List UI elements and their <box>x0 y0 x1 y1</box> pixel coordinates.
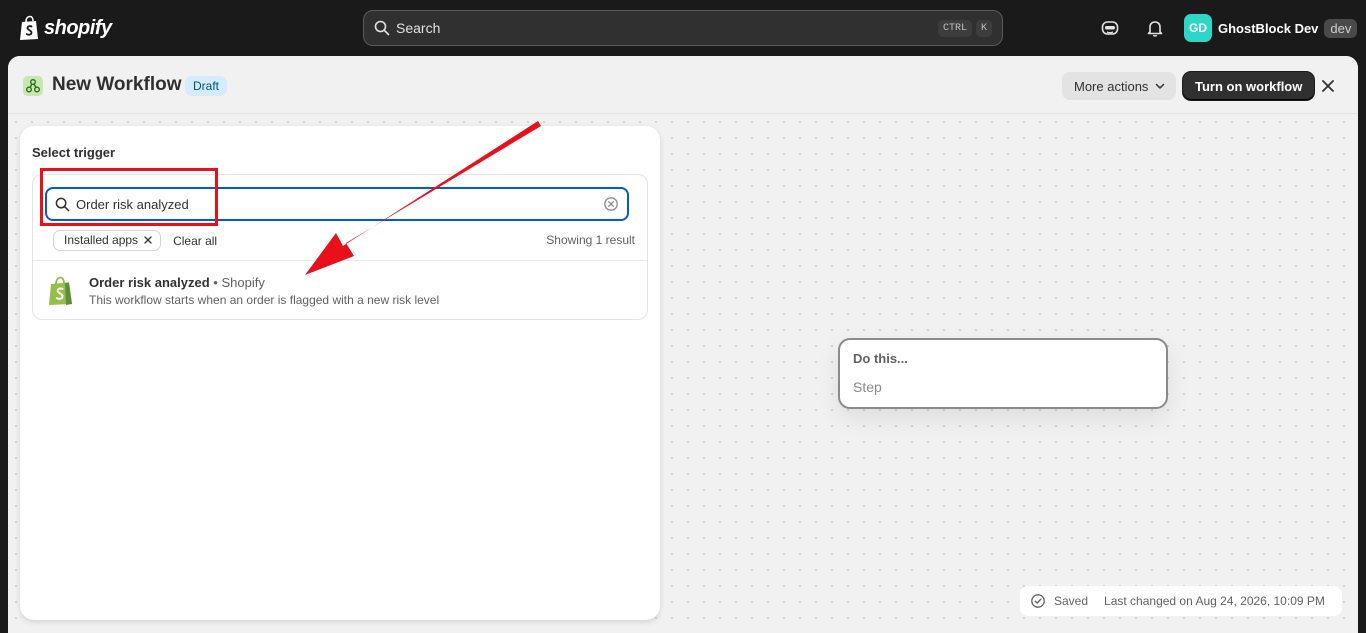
filter-chip-label: Installed apps <box>64 233 139 247</box>
step-placeholder: Step <box>853 379 882 395</box>
step-title: Do this... <box>853 351 908 366</box>
sidekick-icon[interactable] <box>1100 18 1120 38</box>
check-circle-icon <box>1031 594 1045 608</box>
shortcut-key-ctrl: CTRL <box>937 19 972 37</box>
shopify-logo[interactable]: shopify <box>18 14 112 42</box>
result-count: Showing 1 result <box>546 233 635 247</box>
clear-search-icon[interactable] <box>603 196 619 212</box>
avatar: GD <box>1184 14 1212 42</box>
more-actions-button[interactable]: More actions <box>1062 72 1177 100</box>
last-changed-text: Last changed on Aug 24, 2026, 10:09 PM <box>1104 594 1325 608</box>
status-badge: Draft <box>185 76 228 96</box>
more-actions-label: More actions <box>1074 78 1149 94</box>
turn-on-workflow-button[interactable]: Turn on workflow <box>1183 72 1315 100</box>
shopify-wordmark: shopify <box>44 16 112 39</box>
top-bar: shopify Search CTRL K GD GhostBlock Dev … <box>0 0 1366 56</box>
global-search[interactable]: Search CTRL K <box>363 10 1003 46</box>
page-title: New Workflow <box>52 74 182 95</box>
remove-filter-icon[interactable] <box>144 236 152 244</box>
result-title: Order risk analyzed • Shopify <box>89 275 265 290</box>
bell-icon[interactable] <box>1145 18 1165 38</box>
search-placeholder: Search <box>396 20 441 36</box>
result-description: This workflow starts when an order is fl… <box>89 293 440 307</box>
filter-chip-installed-apps[interactable]: Installed apps <box>53 230 162 251</box>
saved-label: Saved <box>1054 594 1089 608</box>
panel-title: Select trigger <box>32 145 116 160</box>
shopify-bag-icon <box>49 276 72 305</box>
save-status: Saved Last changed on Aug 24, 2026, 10:0… <box>1020 586 1342 616</box>
filter-chips: Installed apps Clear all <box>53 230 217 251</box>
env-badge: dev <box>1324 18 1358 38</box>
close-icon[interactable] <box>1318 76 1338 96</box>
result-source: • Shopify <box>213 275 265 290</box>
trigger-result-item[interactable]: Order risk analyzed • Shopify This workf… <box>33 261 647 319</box>
search-icon <box>374 20 390 36</box>
user-menu[interactable]: GD GhostBlock Dev dev <box>1184 14 1358 42</box>
user-name: GhostBlock Dev <box>1218 20 1319 36</box>
editor-header: New Workflow Draft More actions Turn on … <box>8 56 1358 114</box>
highlight-box <box>40 168 218 226</box>
step-card[interactable]: Do this... Step <box>838 338 1168 409</box>
clear-all-link[interactable]: Clear all <box>173 234 217 248</box>
shortcut-key-k: K <box>975 19 992 37</box>
result-name: Order risk analyzed <box>89 275 210 290</box>
workflow-icon <box>23 76 43 96</box>
chevron-down-icon <box>1156 83 1165 89</box>
shopify-bag-icon <box>20 15 38 40</box>
